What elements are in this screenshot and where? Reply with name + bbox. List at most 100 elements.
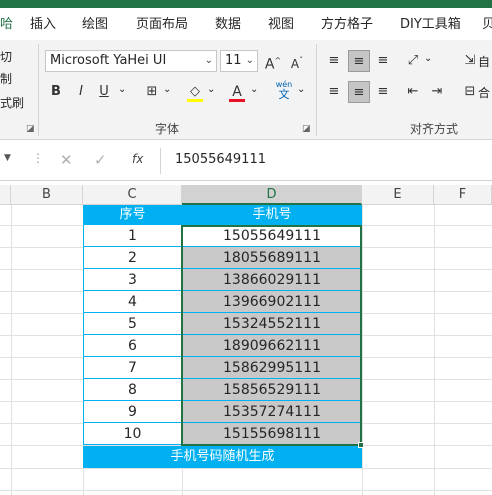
ribbon-tab-bar: 哈 插入 绘图 页面布局 数据 视图 方方格子 DIY工具箱 贝 — [0, 0, 492, 40]
grow-font-button[interactable]: A^ — [262, 50, 284, 73]
cell-index[interactable]: 10 — [83, 423, 182, 445]
formula-bar-grip-icon: ⋮ — [32, 151, 44, 165]
tab-page-layout[interactable]: 页面布局 — [136, 13, 188, 37]
copy-button[interactable]: 制 — [0, 70, 12, 87]
font-size-select[interactable]: 11 ⌄ — [220, 50, 258, 72]
name-box-dropdown-icon[interactable]: ▼ — [4, 153, 11, 163]
align-left-button[interactable]: ≡ — [323, 81, 345, 103]
cell-phone[interactable]: 13966902111 — [182, 291, 362, 313]
chevron-down-icon: ⌄ — [204, 55, 213, 66]
shrink-font-icon: A — [290, 57, 300, 71]
font-group-label: 字体 — [155, 122, 180, 136]
chevron-down-icon[interactable]: ⌄ — [118, 84, 126, 95]
formula-value: 15055649111 — [175, 152, 266, 167]
cell-phone[interactable]: 15856529111 — [182, 379, 362, 401]
footer-merged-cell[interactable]: 手机号码随机生成 — [83, 446, 362, 468]
column-header-f[interactable]: F — [434, 185, 492, 205]
gridline — [11, 205, 12, 495]
tab-home[interactable]: 哈 — [0, 13, 13, 37]
column-header-c[interactable]: C — [83, 185, 182, 205]
fill-color-button[interactable]: ◇ — [184, 81, 206, 103]
cancel-icon[interactable]: ✕ — [60, 151, 73, 169]
font-color-button[interactable]: A — [226, 81, 248, 103]
bold-button[interactable]: B — [45, 81, 67, 103]
decrease-indent-button[interactable]: ⇤ — [402, 81, 424, 103]
tab-draw[interactable]: 绘图 — [82, 13, 108, 37]
orientation-button[interactable]: ⤢ — [402, 50, 424, 72]
cell-phone[interactable]: 15055649111 — [182, 225, 362, 247]
tab-fangfang[interactable]: 方方格子 — [321, 13, 373, 37]
column-header-e[interactable]: E — [362, 185, 434, 205]
chevron-down-icon[interactable]: ⌄ — [250, 84, 258, 95]
column-header-d[interactable]: D — [182, 185, 362, 205]
cell-index[interactable]: 9 — [83, 401, 182, 423]
cell-phone[interactable]: 15155698111 — [182, 423, 362, 445]
cell-phone[interactable]: 15324552111 — [182, 313, 362, 335]
grow-font-icon: A — [264, 56, 275, 73]
header-cell-phone[interactable]: 手机号 — [182, 205, 362, 225]
gridline — [434, 205, 435, 495]
row-header-corner[interactable] — [0, 185, 11, 205]
chevron-down-icon: ⌄ — [245, 55, 254, 66]
enter-icon[interactable]: ✓ — [94, 151, 107, 169]
align-center-button[interactable]: ≡ — [348, 81, 370, 103]
header-cell-index[interactable]: 序号 — [83, 205, 182, 225]
cell-phone[interactable]: 15862995111 — [182, 357, 362, 379]
underline-button[interactable]: U — [93, 81, 115, 103]
align-left-icon: ≡ — [328, 84, 340, 99]
merge-cells-icon: ⊟ — [464, 84, 476, 99]
wrap-text-icon: ⇲ — [464, 53, 476, 68]
phonetic-button[interactable]: wén 文 — [272, 80, 296, 102]
cell-phone[interactable]: 18909662111 — [182, 335, 362, 357]
cell-index[interactable]: 7 — [83, 357, 182, 379]
gridline — [0, 490, 492, 491]
format-painter-button[interactable]: 式刷 — [0, 94, 24, 111]
font-name-select[interactable]: Microsoft YaHei UI ⌄ — [45, 50, 217, 72]
divider — [316, 44, 317, 136]
clipboard-launcher-icon[interactable]: ◪ — [26, 124, 35, 134]
cell-index[interactable]: 1 — [83, 225, 182, 247]
fill-handle[interactable] — [358, 442, 364, 448]
worksheet-grid[interactable]: B C D E F 序号 手机号 1 15055649111 2 1805568… — [0, 185, 492, 495]
cell-index[interactable]: 3 — [83, 269, 182, 291]
decrease-indent-icon: ⇤ — [407, 84, 419, 99]
font-size-value: 11 — [225, 53, 242, 68]
increase-indent-button[interactable]: ⇥ — [426, 81, 448, 103]
cell-index[interactable]: 2 — [83, 247, 182, 269]
font-color-icon: A — [232, 84, 242, 100]
cut-button[interactable]: 切 — [0, 48, 12, 65]
tab-diy-toolbox[interactable]: DIY工具箱 — [400, 13, 461, 37]
chevron-down-icon[interactable]: ⌄ — [297, 84, 305, 95]
cell-index[interactable]: 4 — [83, 291, 182, 313]
border-icon: ⊞ — [146, 84, 158, 99]
merge-center-label[interactable]: 合 — [478, 84, 490, 101]
italic-button[interactable]: I — [70, 81, 92, 103]
wrap-text-label[interactable]: 自 — [478, 53, 490, 70]
formula-input[interactable]: 15055649111 — [160, 148, 492, 174]
align-bottom-button[interactable]: ≡ — [372, 50, 394, 72]
column-header-b[interactable]: B — [11, 185, 83, 205]
tab-more[interactable]: 贝 — [482, 13, 492, 37]
insert-function-icon[interactable]: fx — [132, 152, 143, 166]
tab-view[interactable]: 视图 — [268, 13, 294, 37]
cell-index[interactable]: 6 — [83, 335, 182, 357]
chevron-down-icon[interactable]: ⌄ — [424, 53, 432, 64]
tab-data[interactable]: 数据 — [215, 13, 241, 37]
cell-phone[interactable]: 13866029111 — [182, 269, 362, 291]
cell-index[interactable]: 8 — [83, 379, 182, 401]
phonetic-bottom: 文 — [278, 88, 290, 101]
align-top-button[interactable]: ≡ — [323, 50, 345, 72]
shrink-font-button[interactable]: Aˇ — [286, 50, 308, 72]
tab-insert[interactable]: 插入 — [30, 13, 56, 37]
align-top-icon: ≡ — [328, 53, 340, 68]
cell-index[interactable]: 5 — [83, 313, 182, 335]
cell-phone[interactable]: 18055689111 — [182, 247, 362, 269]
text-orientation-icon: ⤢ — [407, 53, 419, 68]
border-button[interactable]: ⊞ — [141, 81, 163, 103]
font-launcher-icon[interactable]: ◪ — [302, 124, 311, 134]
chevron-down-icon[interactable]: ⌄ — [207, 84, 215, 95]
align-right-button[interactable]: ≡ — [372, 81, 394, 103]
chevron-down-icon[interactable]: ⌄ — [163, 84, 171, 95]
cell-phone[interactable]: 15357274111 — [182, 401, 362, 423]
align-middle-button[interactable]: ≡ — [348, 50, 370, 72]
